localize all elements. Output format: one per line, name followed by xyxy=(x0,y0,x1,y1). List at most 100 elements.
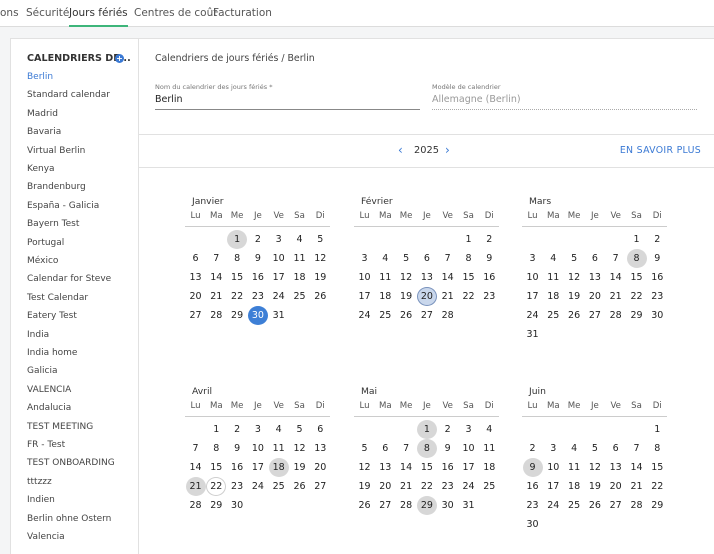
calendar-day[interactable]: 10 xyxy=(355,268,375,287)
calendar-day[interactable]: 28 xyxy=(186,496,206,515)
calendar-day[interactable]: 17 xyxy=(355,287,375,306)
calendar-day[interactable]: 1 xyxy=(647,420,667,439)
calendar-day[interactable]: 9 xyxy=(248,249,268,268)
sidebar-item-calendar[interactable]: Standard calendar xyxy=(27,90,110,100)
sidebar-item-calendar[interactable]: Berlin ohne Ostern xyxy=(27,514,111,524)
sidebar-item-calendar[interactable]: Calendar for Steve xyxy=(27,274,111,284)
calendar-day[interactable]: 8 xyxy=(647,439,667,458)
calendar-day[interactable]: 7 xyxy=(396,439,416,458)
calendar-day[interactable]: 22 xyxy=(459,287,479,306)
calendar-day[interactable]: 24 xyxy=(248,477,268,496)
calendar-day[interactable]: 9 xyxy=(522,458,543,477)
calendar-day[interactable]: 4 xyxy=(290,230,310,249)
calendar-day[interactable]: 23 xyxy=(248,287,268,306)
sidebar-item-calendar[interactable]: Madrid xyxy=(27,109,58,119)
calendar-day[interactable]: 7 xyxy=(627,439,647,458)
calendar-day[interactable]: 15 xyxy=(459,268,479,287)
calendar-day[interactable]: 11 xyxy=(479,439,499,458)
calendar-day[interactable]: 24 xyxy=(543,496,563,515)
calendar-day[interactable]: 3 xyxy=(355,249,375,268)
calendar-day[interactable]: 24 xyxy=(355,306,375,325)
calendar-day[interactable]: 24 xyxy=(523,306,543,325)
calendar-day[interactable]: 16 xyxy=(523,477,543,496)
calendar-day[interactable]: 1 xyxy=(206,420,226,439)
sidebar-item-calendar[interactable]: México xyxy=(27,256,58,266)
calendar-day[interactable]: 22 xyxy=(417,477,437,496)
sidebar-item-calendar[interactable]: Bayern Test xyxy=(27,219,79,229)
calendar-day[interactable]: 18 xyxy=(268,458,289,477)
calendar-day[interactable]: 7 xyxy=(206,249,226,268)
calendar-day[interactable]: 1 xyxy=(227,230,248,249)
sidebar-item-calendar[interactable]: TEST ONBOARDING xyxy=(27,458,115,468)
calendar-day[interactable]: 4 xyxy=(543,249,563,268)
calendar-day[interactable]: 18 xyxy=(375,287,395,306)
calendar-day[interactable]: 9 xyxy=(438,439,458,458)
calendar-day[interactable]: 23 xyxy=(523,496,543,515)
calendar-day[interactable]: 20 xyxy=(585,287,605,306)
calendar-day[interactable]: 15 xyxy=(647,458,667,477)
calendar-name-input[interactable]: Berlin xyxy=(155,94,183,105)
calendar-day[interactable]: 15 xyxy=(206,458,226,477)
calendar-day[interactable]: 10 xyxy=(543,458,563,477)
calendar-day[interactable]: 19 xyxy=(564,287,584,306)
calendar-day[interactable]: 29 xyxy=(647,496,667,515)
calendar-day[interactable]: 25 xyxy=(375,306,395,325)
calendar-day[interactable]: 26 xyxy=(355,496,375,515)
calendar-day[interactable]: 16 xyxy=(479,268,499,287)
calendar-day[interactable]: 15 xyxy=(627,268,647,287)
calendar-day[interactable]: 5 xyxy=(310,230,330,249)
calendar-day[interactable]: 11 xyxy=(543,268,563,287)
sidebar-item-calendar[interactable]: Eatery Test xyxy=(27,311,77,321)
calendar-day[interactable]: 17 xyxy=(459,458,479,477)
calendar-day[interactable]: 25 xyxy=(269,477,289,496)
calendar-day[interactable]: 6 xyxy=(417,249,437,268)
calendar-day[interactable]: 24 xyxy=(459,477,479,496)
calendar-day[interactable]: 31 xyxy=(459,496,479,515)
calendar-day[interactable]: 5 xyxy=(396,249,416,268)
calendar-day[interactable]: 10 xyxy=(523,268,543,287)
calendar-day[interactable]: 11 xyxy=(375,268,395,287)
next-year-chevron-right-icon[interactable]: › xyxy=(445,144,450,156)
calendar-day[interactable]: 19 xyxy=(310,268,330,287)
calendar-day[interactable]: 2 xyxy=(248,230,268,249)
calendar-day[interactable]: 8 xyxy=(459,249,479,268)
calendar-day[interactable]: 1 xyxy=(459,230,479,249)
calendar-day[interactable]: 4 xyxy=(269,420,289,439)
calendar-day[interactable]: 2 xyxy=(523,439,543,458)
calendar-day[interactable]: 6 xyxy=(585,249,605,268)
calendar-day[interactable]: 17 xyxy=(543,477,563,496)
sidebar-item-calendar[interactable]: Portugal xyxy=(27,238,64,248)
sidebar-item-calendar[interactable]: Indien xyxy=(27,495,55,505)
calendar-day[interactable]: 26 xyxy=(396,306,416,325)
calendar-day[interactable]: 6 xyxy=(606,439,626,458)
calendar-day[interactable]: 20 xyxy=(186,287,206,306)
calendar-day[interactable]: 2 xyxy=(479,230,499,249)
calendar-day[interactable]: 8 xyxy=(626,249,647,268)
calendar-day[interactable]: 30 xyxy=(227,496,247,515)
calendar-day[interactable]: 9 xyxy=(479,249,499,268)
tab-options[interactable]: ons xyxy=(0,0,19,27)
calendar-day[interactable]: 19 xyxy=(290,458,310,477)
calendar-day[interactable]: 13 xyxy=(585,268,605,287)
calendar-day[interactable]: 13 xyxy=(606,458,626,477)
calendar-day[interactable]: 3 xyxy=(269,230,289,249)
calendar-day[interactable]: 17 xyxy=(523,287,543,306)
calendar-day[interactable]: 20 xyxy=(375,477,395,496)
calendar-day[interactable]: 30 xyxy=(647,306,667,325)
calendar-day[interactable]: 28 xyxy=(627,496,647,515)
calendar-day[interactable]: 28 xyxy=(206,306,226,325)
calendar-day[interactable]: 28 xyxy=(606,306,626,325)
calendar-day[interactable]: 8 xyxy=(416,439,437,458)
calendar-day[interactable]: 14 xyxy=(396,458,416,477)
calendar-day[interactable]: 8 xyxy=(227,249,247,268)
tab-facturation[interactable]: Facturation xyxy=(213,0,272,27)
calendar-day[interactable]: 9 xyxy=(227,439,247,458)
calendar-day[interactable]: 23 xyxy=(438,477,458,496)
calendar-day[interactable]: 12 xyxy=(396,268,416,287)
calendar-day[interactable]: 8 xyxy=(206,439,226,458)
calendar-day[interactable]: 27 xyxy=(585,306,605,325)
calendar-day[interactable]: 2 xyxy=(438,420,458,439)
calendar-day[interactable]: 25 xyxy=(564,496,584,515)
calendar-day[interactable]: 18 xyxy=(290,268,310,287)
calendar-day[interactable]: 21 xyxy=(396,477,416,496)
